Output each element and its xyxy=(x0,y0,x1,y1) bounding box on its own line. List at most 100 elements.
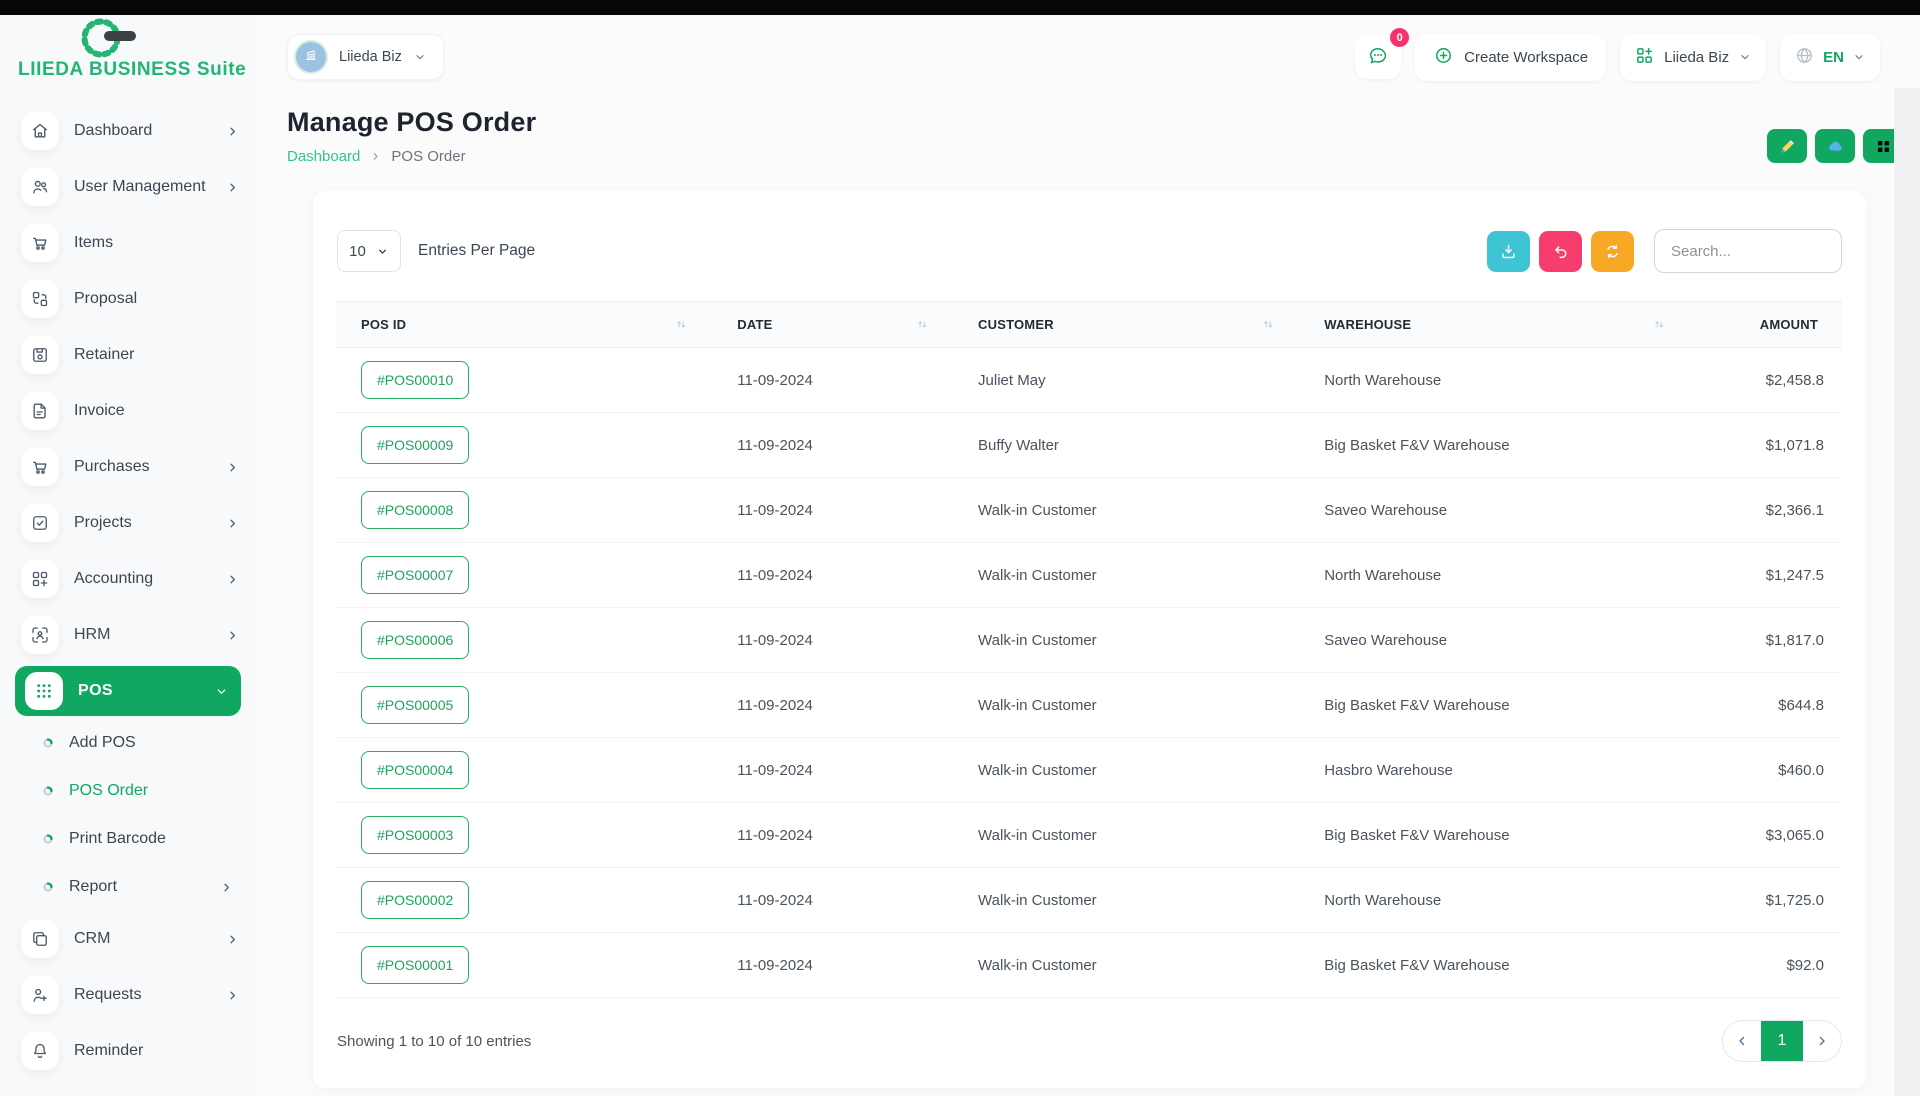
chevron-down-icon xyxy=(1738,50,1752,64)
pagination-page-1[interactable]: 1 xyxy=(1761,1021,1803,1061)
sort-icon[interactable] xyxy=(674,317,689,332)
proposal-icon xyxy=(30,289,50,309)
chevron-down-icon xyxy=(214,684,229,699)
cell-warehouse: North Warehouse xyxy=(1300,348,1691,413)
pos-id-link[interactable]: #POS00008 xyxy=(361,491,469,529)
sidebar-item-items[interactable]: Items xyxy=(0,215,258,271)
icon-box xyxy=(21,448,59,486)
icon-box xyxy=(21,336,59,374)
sidebar-item-purchases[interactable]: Purchases xyxy=(0,439,258,495)
column-header-customer[interactable]: CUSTOMER xyxy=(954,302,1300,348)
projects-icon xyxy=(30,513,50,533)
sidebar-item-hrm[interactable]: HRM xyxy=(0,607,258,663)
pos-order-card: 10 Entries Per Page POS IDDATECUSTOMERWA… xyxy=(313,191,1866,1088)
sidebar-subitem-add-pos[interactable]: Add POS xyxy=(0,719,258,767)
icon-box xyxy=(21,504,59,542)
column-header-pos-id[interactable]: POS ID xyxy=(337,302,713,348)
pagination-prev-button[interactable] xyxy=(1723,1021,1761,1061)
cell-amount: $1,817.0 xyxy=(1691,608,1842,673)
main-content: Liieda Biz 0 Create Workspace Liieda Biz xyxy=(258,15,1920,1096)
cell-date: 11-09-2024 xyxy=(713,543,954,608)
sidebar-item-invoice[interactable]: Invoice xyxy=(0,383,258,439)
search-input[interactable] xyxy=(1654,229,1842,273)
sidebar-item-reminder[interactable]: Reminder xyxy=(0,1023,258,1079)
sidebar-subitem-report[interactable]: Report xyxy=(0,863,258,911)
sidebar-item-dashboard[interactable]: Dashboard xyxy=(0,103,258,159)
cell-customer: Walk-in Customer xyxy=(954,608,1300,673)
workspace-switcher[interactable]: Liieda Biz xyxy=(1620,34,1766,81)
pos-id-link[interactable]: #POS00010 xyxy=(361,361,469,399)
sidebar-subitem-pos-order[interactable]: POS Order xyxy=(0,767,258,815)
export-button[interactable] xyxy=(1487,231,1530,272)
column-header-date[interactable]: DATE xyxy=(713,302,954,348)
cloud-button[interactable] xyxy=(1815,129,1855,163)
entries-per-page-select[interactable]: 10 xyxy=(337,230,401,272)
sort-icon[interactable] xyxy=(1261,317,1276,332)
pos-id-link[interactable]: #POS00006 xyxy=(361,621,469,659)
cell-warehouse: Big Basket F&V Warehouse xyxy=(1300,413,1691,478)
create-workspace-button[interactable]: Create Workspace xyxy=(1415,34,1606,81)
cell-customer: Walk-in Customer xyxy=(954,738,1300,803)
entries-per-page: 10 Entries Per Page xyxy=(337,230,535,272)
sidebar-subitem-print-barcode[interactable]: Print Barcode xyxy=(0,815,258,863)
pos-icon xyxy=(34,681,54,701)
pagination: 1 xyxy=(1722,1020,1842,1062)
cell-date: 11-09-2024 xyxy=(713,738,954,803)
sort-icon[interactable] xyxy=(915,317,930,332)
brand-name: LIIEDA BUSINESS Suite xyxy=(18,59,258,81)
pos-id-link[interactable]: #POS00003 xyxy=(361,816,469,854)
cell-customer: Walk-in Customer xyxy=(954,478,1300,543)
entries-per-page-label: Entries Per Page xyxy=(418,242,535,260)
pos-id-link[interactable]: #POS00007 xyxy=(361,556,469,594)
sidebar-item-label: Projects xyxy=(74,514,132,532)
cell-date: 11-09-2024 xyxy=(713,478,954,543)
table-actions xyxy=(1487,229,1842,273)
chevron-right-icon xyxy=(225,932,240,947)
sort-icon[interactable] xyxy=(1652,317,1667,332)
cell-customer: Walk-in Customer xyxy=(954,868,1300,933)
sidebar-item-requests[interactable]: Requests xyxy=(0,967,258,1023)
breadcrumb-dashboard[interactable]: Dashboard xyxy=(287,148,360,165)
pos-order-table: POS IDDATECUSTOMERWAREHOUSEAMOUNT #POS00… xyxy=(337,301,1842,998)
column-header-warehouse[interactable]: WAREHOUSE xyxy=(1300,302,1691,348)
pos-id-link[interactable]: #POS00001 xyxy=(361,946,469,984)
sidebar-item-crm[interactable]: CRM xyxy=(0,911,258,967)
quick-actions xyxy=(1767,129,1903,163)
cell-customer: Buffy Walter xyxy=(954,413,1300,478)
sidebar-item-label: Items xyxy=(74,234,113,252)
cell-amount: $2,366.1 xyxy=(1691,478,1842,543)
icon-box xyxy=(21,224,59,262)
chevron-right-icon xyxy=(225,988,240,1003)
sidebar: LIIEDA BUSINESS Suite DashboardUser Mana… xyxy=(0,15,258,1096)
undo-button[interactable] xyxy=(1539,231,1582,272)
globe-icon xyxy=(1794,45,1815,66)
language-selector[interactable]: EN xyxy=(1780,34,1880,81)
sidebar-subitem-label: POS Order xyxy=(69,782,148,800)
sidebar-item-proposal[interactable]: Proposal xyxy=(0,271,258,327)
column-header-amount[interactable]: AMOUNT xyxy=(1691,302,1842,348)
cell-amount: $1,071.8 xyxy=(1691,413,1842,478)
sidebar-item-accounting[interactable]: Accounting xyxy=(0,551,258,607)
user-plus-icon xyxy=(30,985,50,1005)
chevron-right-icon xyxy=(369,150,382,163)
refresh-button[interactable] xyxy=(1591,231,1634,272)
cell-warehouse: Hasbro Warehouse xyxy=(1300,738,1691,803)
chat-button[interactable]: 0 xyxy=(1355,35,1401,79)
pos-id-link[interactable]: #POS00005 xyxy=(361,686,469,724)
scrollbar-track[interactable] xyxy=(1894,88,1920,1096)
bell-icon xyxy=(30,1041,50,1061)
pagination-next-button[interactable] xyxy=(1803,1021,1841,1061)
sidebar-item-retainer[interactable]: Retainer xyxy=(0,327,258,383)
workspace-pill[interactable]: Liieda Biz xyxy=(287,34,444,80)
sidebar-item-pos[interactable]: POS xyxy=(15,666,241,716)
edit-button[interactable] xyxy=(1767,129,1807,163)
icon-box xyxy=(21,112,59,150)
chevron-right-icon xyxy=(225,628,240,643)
pos-id-link[interactable]: #POS00002 xyxy=(361,881,469,919)
chat-badge: 0 xyxy=(1390,28,1409,47)
sidebar-item-projects[interactable]: Projects xyxy=(0,495,258,551)
pos-id-link[interactable]: #POS00004 xyxy=(361,751,469,789)
pos-id-link[interactable]: #POS00009 xyxy=(361,426,469,464)
chevron-down-icon xyxy=(1738,50,1752,64)
sidebar-item-user-management[interactable]: User Management xyxy=(0,159,258,215)
